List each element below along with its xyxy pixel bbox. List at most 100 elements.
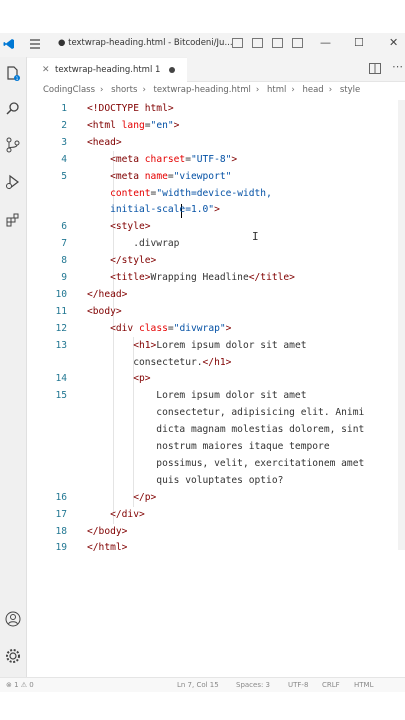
code-token: <title> [110, 272, 151, 283]
code-token: > [231, 153, 238, 165]
search-icon[interactable] [5, 101, 21, 117]
code-line[interactable]: 5 <meta name="viewport" [27, 168, 405, 185]
code-line[interactable]: initial-scale=1.0"> [27, 201, 405, 218]
code-line[interactable]: 2 <html lang="en"> [27, 117, 405, 134]
code-text: nostrum maiores itaque tempore [87, 438, 329, 455]
source-control-icon[interactable] [5, 137, 21, 153]
ibeam-cursor-icon: I [252, 230, 259, 243]
split-editor-icon[interactable] [369, 63, 381, 74]
code-token: </div> [110, 508, 145, 520]
extensions-icon[interactable] [5, 212, 21, 228]
code-token: </h1> [202, 356, 232, 368]
language-mode[interactable]: HTML [354, 681, 373, 689]
code-line[interactable]: quis voluptates optio? [27, 472, 405, 489]
code-line[interactable]: 6 <style> [27, 218, 405, 235]
code-text: <meta charset="UTF-8"> [87, 151, 237, 168]
run-debug-icon[interactable] [5, 174, 21, 190]
close-window-button[interactable]: ✕ [389, 36, 398, 49]
code-token: "divwrap" [173, 322, 226, 334]
code-line[interactable]: 15 Lorem ipsum dolor sit amet [27, 387, 405, 404]
vscode-logo-icon [3, 39, 14, 49]
settings-gear-icon[interactable] [5, 648, 21, 664]
status-bar: ⊗ 1 ⚠ 0 Ln 7, Col 15 Spaces: 3 UTF-8 CRL… [0, 677, 405, 692]
menu-icon[interactable] [28, 37, 42, 51]
tab-close-icon[interactable]: ✕ [42, 65, 50, 75]
toggle-panel-icon[interactable] [252, 38, 263, 48]
code-line[interactable]: 10 </head> [27, 286, 405, 303]
line-number: 5 [61, 170, 67, 182]
line-number: 10 [55, 288, 67, 300]
code-line[interactable]: 1 <!DOCTYPE html> [27, 100, 405, 117]
line-number: 7 [61, 238, 67, 250]
code-line[interactable]: nostrum maiores itaque tempore [27, 438, 405, 455]
code-line[interactable]: 3 <head> [27, 134, 405, 151]
toggle-primary-sidebar-icon[interactable] [232, 38, 243, 48]
minimize-button[interactable]: — [320, 36, 331, 49]
code-token: <meta [110, 170, 145, 182]
cursor-position[interactable]: Ln 7, Col 15 [177, 681, 219, 689]
end-of-line[interactable]: CRLF [322, 681, 340, 689]
indentation[interactable]: Spaces: 3 [236, 681, 270, 689]
code-token: Wrapping Headline [150, 272, 249, 283]
code-line[interactable]: content="width=device-width, [27, 185, 405, 202]
code-line[interactable]: 11 <body> [27, 303, 405, 320]
line-number: 18 [55, 525, 67, 537]
code-token: quis voluptates optio? [87, 474, 284, 486]
line-number: 19 [55, 542, 67, 554]
line-number: 3 [61, 136, 67, 148]
code-token: consectetur. [87, 356, 203, 368]
code-token: "en" [150, 119, 174, 131]
window-title: ● textwrap-heading.html - Bitcodeni/Ju..… [58, 38, 233, 48]
code-text: consectetur, adipisicing elit. Animi [87, 404, 364, 421]
code-line[interactable]: 16 </p> [27, 489, 405, 506]
code-token: </html> [87, 542, 128, 554]
code-text: initial-scale=1.0"> [87, 201, 220, 218]
breadcrumb-item[interactable]: style [340, 85, 360, 95]
code-line[interactable]: dicta magnam molestias dolorem, sint [27, 421, 405, 438]
code-token: </style> [110, 255, 157, 267]
code-line[interactable]: possimus, velit, exercitationem amet [27, 455, 405, 472]
code-token: </body> [87, 525, 128, 537]
breadcrumb-item[interactable]: html [267, 85, 286, 95]
more-actions-icon[interactable]: ⋯ [392, 60, 403, 73]
code-line[interactable]: 14 <p> [27, 370, 405, 387]
editor-scrollbar[interactable] [398, 100, 405, 550]
maximize-button[interactable]: ☐ [354, 36, 364, 49]
code-line[interactable]: 13 <h1>Lorem ipsum dolor sit amet [27, 337, 405, 354]
code-line[interactable]: 9 <title>Wrapping Headline</title> [27, 269, 405, 286]
code-line[interactable]: 12 <div class="divwrap"> [27, 320, 405, 337]
problems-indicator[interactable]: ⊗ 1 ⚠ 0 [6, 681, 34, 689]
code-text: </div> [87, 506, 145, 523]
code-line[interactable]: 4 <meta charset="UTF-8"> [27, 151, 405, 168]
explorer-icon[interactable]: 1 [5, 65, 21, 81]
account-icon[interactable] [5, 611, 21, 627]
line-number: 14 [55, 373, 67, 385]
code-token: Lorem ipsum dolor sit amet [87, 390, 307, 402]
breadcrumb-item[interactable]: head [302, 85, 323, 95]
encoding[interactable]: UTF-8 [288, 681, 308, 689]
toggle-secondary-sidebar-icon[interactable] [272, 38, 283, 48]
code-line[interactable]: 7 .divwrap [27, 235, 405, 252]
code-line[interactable]: 19 </html> [27, 539, 405, 556]
line-number: 6 [61, 221, 67, 233]
code-line[interactable]: consectetur, adipisicing elit. Animi [27, 404, 405, 421]
breadcrumb-item[interactable]: textwrap-heading.html [154, 85, 251, 95]
code-line[interactable]: 18 </body> [27, 523, 405, 540]
tab-textwrap-heading[interactable]: ✕ textwrap-heading.html 1 [27, 57, 187, 82]
breadcrumb-item[interactable]: CodingClass [43, 85, 95, 95]
code-line[interactable]: 8 </style> [27, 252, 405, 269]
code-line[interactable]: 17 </div> [27, 506, 405, 523]
line-number: 17 [55, 508, 67, 520]
code-token: </title> [248, 272, 295, 283]
code-text: </style> [87, 252, 156, 269]
editor-tab-bar: ✕ textwrap-heading.html 1 ⋯ [27, 57, 405, 82]
breadcrumb-item[interactable]: shorts [111, 85, 137, 95]
customize-layout-icon[interactable] [292, 38, 303, 48]
code-line[interactable]: consectetur.</h1> [27, 354, 405, 371]
code-editor[interactable]: 1 <!DOCTYPE html> 2 <html lang="en"> 3 <head>… [27, 100, 405, 687]
